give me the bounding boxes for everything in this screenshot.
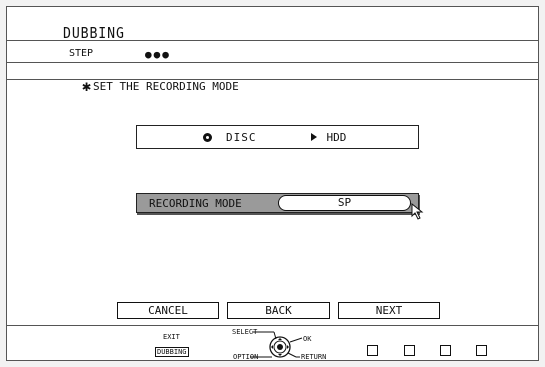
destination-label: HDD: [326, 130, 347, 144]
asterisk-icon: ✱: [82, 77, 92, 95]
recording-mode-row[interactable]: RECORDING MODE SP: [136, 193, 419, 213]
instruction: ✱ SET THE RECORDING MODE: [82, 77, 239, 95]
page-title: DUBBING: [63, 24, 125, 42]
divider: [7, 62, 538, 63]
color-key-2-icon: [404, 345, 415, 356]
recording-mode-value[interactable]: SP: [278, 195, 411, 211]
recording-mode-label: RECORDING MODE: [149, 197, 242, 210]
next-button[interactable]: NEXT: [338, 302, 440, 319]
arrow-right-icon: [310, 133, 317, 141]
pointer-cursor-icon: [411, 203, 424, 220]
dubbing-direction-box: DISC HDD: [136, 125, 419, 149]
instruction-text: SET THE RECORDING MODE: [93, 80, 239, 93]
dubbing-key-label: DUBBING: [155, 347, 189, 357]
color-key-1-icon: [367, 345, 378, 356]
step-progress-dots: ●●●: [145, 48, 171, 61]
step-label: STEP: [69, 48, 94, 59]
color-key-3-icon: [440, 345, 451, 356]
select-label: SELECT: [232, 328, 258, 336]
return-label: RETURN: [301, 353, 327, 361]
disc-icon: [203, 132, 212, 142]
source-label: DISC: [226, 130, 257, 144]
back-button[interactable]: BACK: [227, 302, 330, 319]
ok-label: OK: [303, 335, 312, 343]
option-label: OPTION: [233, 353, 259, 361]
exit-label: EXIT: [163, 333, 180, 341]
color-key-4-icon: [476, 345, 487, 356]
cancel-button[interactable]: CANCEL: [117, 302, 219, 319]
